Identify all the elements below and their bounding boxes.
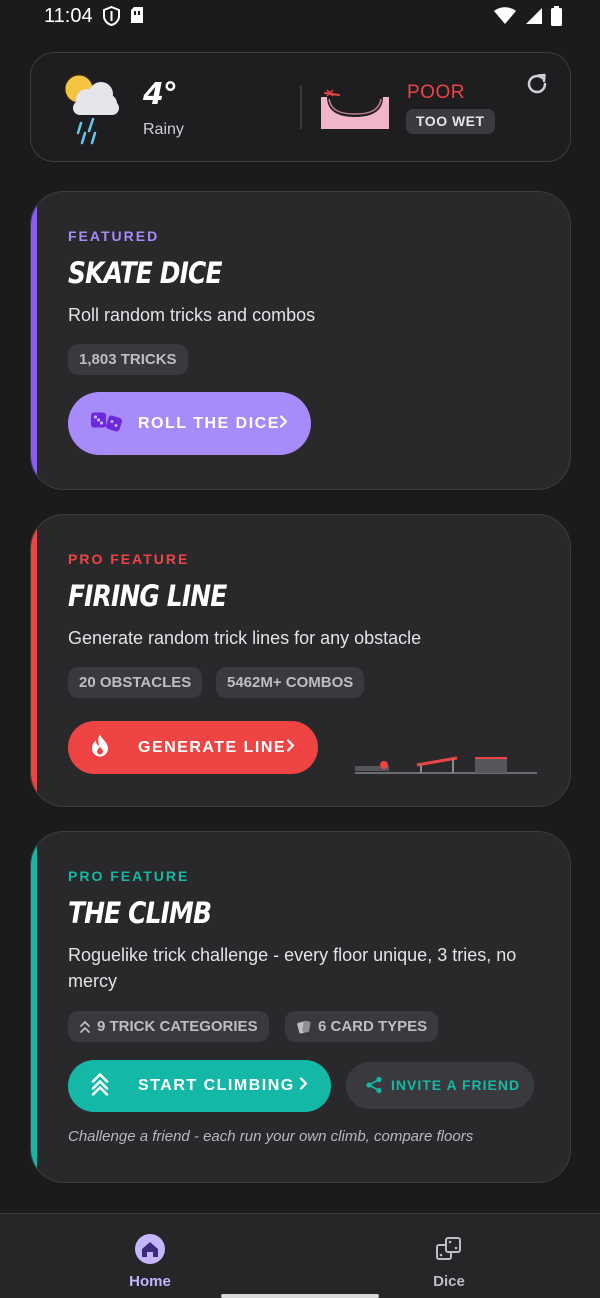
tricks-count-chip: 1,803 TRICKS xyxy=(68,344,188,375)
roll-the-dice-button[interactable]: ROLL THE DICE xyxy=(68,392,311,455)
chip-label: 6 CARD TYPES xyxy=(318,1018,428,1035)
divider xyxy=(300,85,302,129)
firing-line-card[interactable]: PRO FEATURE FIRING LINE Generate random … xyxy=(30,514,571,807)
card-accent xyxy=(31,832,37,1182)
chevron-right-icon xyxy=(299,1077,309,1096)
trick-categories-chip: 9 TRICK CATEGORIES xyxy=(68,1011,269,1042)
card-eyebrow: PRO FEATURE xyxy=(68,551,190,567)
generate-line-button[interactable]: GENERATE LINE xyxy=(68,721,318,774)
button-label: GENERATE LINE xyxy=(138,738,287,756)
chip-label: 5462M+ COMBOS xyxy=(227,674,354,691)
card-eyebrow: PRO FEATURE xyxy=(68,868,190,884)
chevron-right-icon xyxy=(279,414,289,433)
battery-icon xyxy=(551,6,562,31)
nav-dice[interactable]: Dice xyxy=(374,1214,524,1298)
weather-card: 4° Rainy POOR TOO WET xyxy=(30,52,571,162)
dice-outline-icon xyxy=(435,1235,463,1268)
wifi-icon xyxy=(493,7,517,30)
obstacles-count-chip: 20 OBSTACLES xyxy=(68,667,203,698)
temperature: 4° xyxy=(143,77,178,112)
card-title: THE CLIMB xyxy=(68,896,212,930)
button-label: ROLL THE DICE xyxy=(138,414,280,432)
chip-label: 1,803 TRICKS xyxy=(79,351,177,368)
dice-icon xyxy=(90,409,124,438)
card-title: SKATE DICE xyxy=(68,256,223,290)
double-chevron-up-icon xyxy=(90,1072,110,1101)
refresh-icon[interactable] xyxy=(524,71,550,97)
card-accent xyxy=(31,515,37,806)
shield-icon xyxy=(103,5,120,31)
obstacle-line-illustration xyxy=(355,753,539,782)
card-description: Roll random tricks and combos xyxy=(68,305,316,325)
nav-home[interactable]: Home xyxy=(75,1214,225,1298)
bottom-navigation: Home Dice xyxy=(0,1213,600,1298)
nav-dice-label: Dice xyxy=(433,1273,465,1290)
card-description: Generate random trick lines for any obst… xyxy=(68,628,422,648)
status-time: 11:04 xyxy=(44,5,93,27)
skate-dice-card[interactable]: FEATURED SKATE DICE Roll random tricks a… xyxy=(30,191,571,490)
chevrons-up-icon xyxy=(80,1020,90,1033)
the-climb-card[interactable]: PRO FEATURE THE CLIMB Roguelike trick ch… xyxy=(30,831,571,1183)
button-label: START CLIMBING xyxy=(138,1077,295,1094)
flame-icon xyxy=(90,733,110,762)
status-bar: 11:04 xyxy=(0,0,600,34)
chip-label: 9 TRICK CATEGORIES xyxy=(97,1018,258,1035)
start-climbing-button[interactable]: START CLIMBING xyxy=(68,1060,331,1112)
climb-footnote: Challenge a friend - each run your own c… xyxy=(68,1128,474,1145)
conditions-reason-badge: TOO WET xyxy=(406,109,495,134)
card-accent xyxy=(31,192,37,489)
cards-icon xyxy=(297,1020,311,1033)
rainy-weather-icon xyxy=(61,73,123,152)
card-description: Roguelike trick challenge - every floor … xyxy=(68,945,517,991)
signal-icon xyxy=(525,7,543,30)
sim-card-icon xyxy=(130,6,144,31)
home-indicator xyxy=(221,1294,379,1298)
invite-label: INVITE A FRIEND xyxy=(391,1077,521,1093)
weather-condition: Rainy xyxy=(143,121,184,138)
chevron-right-icon xyxy=(286,738,296,757)
conditions-rating: POOR xyxy=(407,82,465,103)
invite-friend-button[interactable]: INVITE A FRIEND xyxy=(346,1062,534,1109)
card-title: FIRING LINE xyxy=(68,579,227,613)
home-icon xyxy=(134,1233,166,1270)
combos-count-chip: 5462M+ COMBOS xyxy=(216,667,365,698)
share-icon xyxy=(365,1076,383,1099)
card-eyebrow: FEATURED xyxy=(68,228,160,244)
skate-ramp-icon xyxy=(319,87,391,136)
chip-label: 20 OBSTACLES xyxy=(79,674,192,691)
card-types-chip: 6 CARD TYPES xyxy=(285,1011,439,1042)
nav-home-label: Home xyxy=(129,1273,171,1290)
